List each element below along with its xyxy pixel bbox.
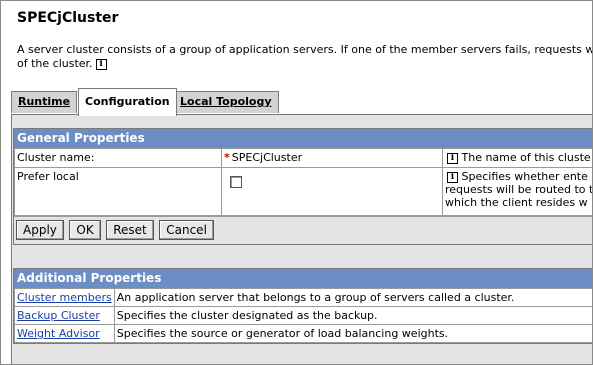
prefer-local-checkbox[interactable]	[230, 176, 242, 188]
table-row: Cluster members An application server th…	[14, 288, 592, 307]
table-row: Cluster name: * SPECjCluster i The name o…	[14, 148, 592, 168]
tab-configuration[interactable]: Configuration	[78, 88, 177, 116]
table-row: Backup Cluster Specifies the cluster des…	[14, 306, 592, 325]
page-description: A server cluster consists of a group of …	[17, 43, 592, 71]
required-marker: *	[224, 151, 230, 164]
tab-bar: Runtime Configuration Local Topology	[11, 88, 592, 116]
cluster-name-help-text: The name of this cluste	[461, 151, 591, 164]
description-line-1: A server cluster consists of a group of …	[17, 43, 592, 56]
ok-button[interactable]: OK	[69, 220, 101, 240]
info-icon[interactable]: i	[447, 152, 458, 164]
prefer-local-help-line-2: requests will be routed to t	[445, 183, 593, 196]
general-properties-header: General Properties	[14, 129, 592, 148]
description-line-2: of the cluster. i	[17, 57, 592, 71]
additional-properties-panel: Additional Properties Cluster members An…	[13, 268, 592, 344]
link-description: An application server that belongs to a …	[113, 288, 592, 307]
link-cell: Weight Advisor	[14, 324, 115, 343]
info-icon[interactable]: i	[447, 171, 458, 183]
link-cell: Backup Cluster	[14, 306, 115, 325]
cluster-name-value[interactable]: SPECjCluster	[232, 151, 302, 164]
prefer-local-cell	[221, 167, 443, 216]
cluster-name-cell: * SPECjCluster	[221, 148, 443, 168]
cluster-name-help: i The name of this cluste	[442, 148, 592, 168]
tab-local-topology[interactable]: Local Topology	[173, 91, 279, 113]
weight-advisor-link[interactable]: Weight Advisor	[17, 327, 100, 340]
page-title: SPECjCluster	[17, 10, 119, 26]
prefer-local-help-line-3: which the client resides w	[445, 196, 588, 209]
prefer-local-help: i Specifies whether ente requests will b…	[442, 167, 593, 216]
table-row: Weight Advisor Specifies the source or g…	[14, 324, 592, 343]
link-cell: Cluster members	[14, 288, 115, 307]
description-line-2-text: of the cluster.	[17, 57, 93, 70]
apply-button[interactable]: Apply	[16, 220, 64, 240]
reset-button[interactable]: Reset	[106, 220, 154, 240]
general-properties-table: Cluster name: * SPECjCluster i The name o…	[14, 148, 593, 216]
button-row: Apply OK Reset Cancel	[14, 216, 592, 244]
cluster-name-label: Cluster name:	[14, 148, 222, 168]
prefer-local-help-line-1: Specifies whether ente	[461, 170, 588, 183]
link-description: Specifies the cluster designated as the …	[113, 306, 592, 325]
cancel-button[interactable]: Cancel	[159, 220, 214, 240]
prefer-local-label: Prefer local	[14, 167, 222, 216]
cluster-members-link[interactable]: Cluster members	[17, 291, 112, 304]
table-row: Prefer local i Specifies whether ente re…	[14, 167, 593, 216]
backup-cluster-link[interactable]: Backup Cluster	[17, 309, 100, 322]
console-frame: SPECjCluster A server cluster consists o…	[0, 0, 593, 365]
tab-runtime[interactable]: Runtime	[11, 91, 78, 113]
additional-properties-table: Cluster members An application server th…	[14, 288, 592, 343]
additional-properties-header: Additional Properties	[14, 269, 592, 288]
info-icon[interactable]: i	[95, 58, 107, 70]
general-properties-panel: General Properties Cluster name: * SPECjC…	[13, 128, 593, 245]
link-description: Specifies the source or generator of loa…	[113, 324, 592, 343]
